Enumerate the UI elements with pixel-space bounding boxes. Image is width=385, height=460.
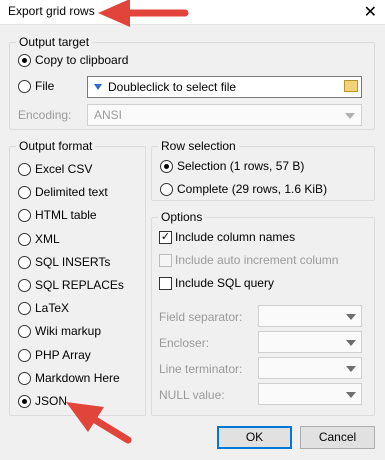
annotation-arrow-title — [98, 0, 189, 27]
annotation-arrow-json — [66, 402, 132, 444]
annotation-arrows — [66, 0, 189, 444]
